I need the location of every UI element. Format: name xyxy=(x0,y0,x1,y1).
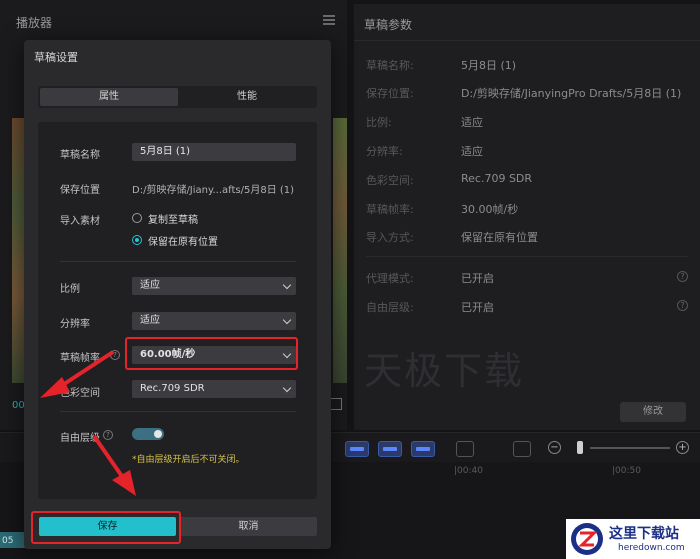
draft-name-label: 草稿名称 xyxy=(60,150,100,161)
param-value: 已开启 xyxy=(461,272,494,285)
param-key: 分辨率: xyxy=(366,145,403,158)
param-value: 5月8日 (1) xyxy=(461,59,517,72)
param-key: 草稿名称: xyxy=(366,59,414,72)
import-label: 导入素材 xyxy=(60,216,100,227)
param-row: 分辨率: 适应 xyxy=(366,143,696,159)
param-value: 已开启 xyxy=(461,301,494,314)
screen-icon[interactable] xyxy=(513,441,531,457)
param-row: 代理模式: 已开启 ? xyxy=(366,270,696,286)
radio-keep-label[interactable]: 保留在原有位置 xyxy=(148,233,218,248)
ruler-tick: |00:50 xyxy=(612,466,641,476)
divider xyxy=(366,256,688,257)
param-row: 导入方式: 保留在原有位置 xyxy=(366,229,696,245)
logo-emblem-icon xyxy=(571,523,603,555)
draft-name-input[interactable]: 5月8日 (1) xyxy=(132,143,296,161)
site-logo: 这里下载站 heredown.com xyxy=(566,519,700,559)
split-icon[interactable] xyxy=(456,441,474,457)
tab-performance[interactable]: 性能 xyxy=(178,88,316,106)
watermark-text: 天极下载 xyxy=(364,349,525,393)
divider xyxy=(60,261,296,262)
help-icon[interactable]: ? xyxy=(677,300,688,311)
resolution-label: 分辨率 xyxy=(60,319,90,330)
tab-attributes[interactable]: 属性 xyxy=(40,88,178,106)
link-toggle-icon[interactable] xyxy=(378,441,402,457)
draft-params-panel: 草稿参数 草稿名称: 5月8日 (1) 保存位置: D:/剪映存储/Jianyi… xyxy=(354,4,700,430)
param-key: 代理模式: xyxy=(366,272,414,285)
param-value: D:/剪映存储/JianyingPro Drafts/5月8日 (1) xyxy=(461,87,682,100)
divider xyxy=(354,40,700,41)
save-location-label: 保存位置 xyxy=(60,185,100,196)
settings-content: 草稿名称 5月8日 (1) 保存位置 D:/剪映存储/Jiany...afts/… xyxy=(38,122,317,499)
clip-timecode: 05 xyxy=(2,536,14,546)
param-row: 色彩空间: Rec.709 SDR xyxy=(366,172,696,188)
param-value: 保留在原有位置 xyxy=(461,231,538,244)
zoom-out-icon[interactable]: − xyxy=(548,441,561,454)
free-layer-hint: *自由层级开启后不可关闭。 xyxy=(132,455,245,465)
help-icon[interactable]: ? xyxy=(677,271,688,282)
draft-params-title: 草稿参数 xyxy=(364,18,413,32)
zoom-in-icon[interactable]: + xyxy=(676,441,689,454)
help-icon[interactable]: ? xyxy=(110,350,120,360)
player-title: 播放器 xyxy=(16,16,53,30)
param-row: 草稿帧率: 30.00帧/秒 xyxy=(366,201,696,217)
param-key: 自由层级: xyxy=(366,301,414,314)
free-layer-toggle[interactable] xyxy=(132,428,164,440)
save-highlight-box xyxy=(31,511,181,544)
chevron-down-icon xyxy=(282,280,292,290)
param-row: 比例: 适应 xyxy=(366,114,696,130)
draft-settings-dialog: 草稿设置 属性 性能 草稿名称 5月8日 (1) 保存位置 D:/剪映存储/Ji… xyxy=(24,40,331,549)
param-key: 保存位置: xyxy=(366,87,414,100)
zoom-slider-thumb[interactable] xyxy=(577,441,583,454)
param-row: 自由层级: 已开启 ? xyxy=(366,299,696,315)
tab-bar: 属性 性能 xyxy=(38,86,317,108)
param-value: 适应 xyxy=(461,145,483,158)
menu-icon[interactable] xyxy=(323,15,335,25)
resolution-value: 适应 xyxy=(140,315,160,326)
ruler-tick: |00:40 xyxy=(454,466,483,476)
preview-axis-icon[interactable] xyxy=(411,441,435,457)
toggle-knob xyxy=(154,430,162,438)
divider xyxy=(60,411,296,412)
param-key: 比例: xyxy=(366,116,392,129)
chevron-down-icon xyxy=(282,383,292,393)
resolution-select[interactable]: 适应 xyxy=(132,312,296,330)
ratio-label: 比例 xyxy=(60,284,80,295)
colorspace-value: Rec.709 SDR xyxy=(140,383,205,394)
param-key: 导入方式: xyxy=(366,231,414,244)
ratio-value: 适应 xyxy=(140,280,160,291)
ratio-select[interactable]: 适应 xyxy=(132,277,296,295)
chevron-down-icon xyxy=(282,315,292,325)
framerate-highlight-box xyxy=(125,337,298,370)
free-layer-label: 自由层级 xyxy=(60,433,100,444)
colorspace-label: 色彩空间 xyxy=(60,388,100,399)
param-value: Rec.709 SDR xyxy=(461,172,533,185)
param-row: 保存位置: D:/剪映存储/JianyingPro Drafts/5月8日 (1… xyxy=(366,85,696,101)
param-key: 草稿帧率: xyxy=(366,203,414,216)
framerate-label: 草稿帧率 xyxy=(60,353,100,364)
radio-copy-to-draft[interactable] xyxy=(132,213,142,223)
dialog-title: 草稿设置 xyxy=(34,51,78,64)
param-key: 色彩空间: xyxy=(366,174,414,187)
radio-copy-label[interactable]: 复制至草稿 xyxy=(148,211,198,226)
video-preview-right-edge xyxy=(333,118,347,383)
save-location-value: D:/剪映存储/Jiany...afts/5月8日 (1) xyxy=(132,185,295,196)
param-value: 30.00帧/秒 xyxy=(461,203,519,216)
cancel-button[interactable]: 取消 xyxy=(180,517,317,536)
logo-text-cn: 这里下载站 xyxy=(609,526,679,542)
param-value: 适应 xyxy=(461,116,483,129)
logo-text-en: heredown.com xyxy=(618,543,685,553)
radio-keep-original[interactable] xyxy=(132,235,142,245)
colorspace-select[interactable]: Rec.709 SDR xyxy=(132,380,296,398)
fullscreen-icon[interactable] xyxy=(330,398,342,410)
player-timecode: 00 xyxy=(12,400,25,411)
param-row: 草稿名称: 5月8日 (1) xyxy=(366,57,696,73)
magnet-toggle-icon[interactable] xyxy=(345,441,369,457)
zoom-slider-track[interactable] xyxy=(590,447,670,449)
help-icon[interactable]: ? xyxy=(103,430,113,440)
modify-button[interactable]: 修改 xyxy=(620,402,686,422)
